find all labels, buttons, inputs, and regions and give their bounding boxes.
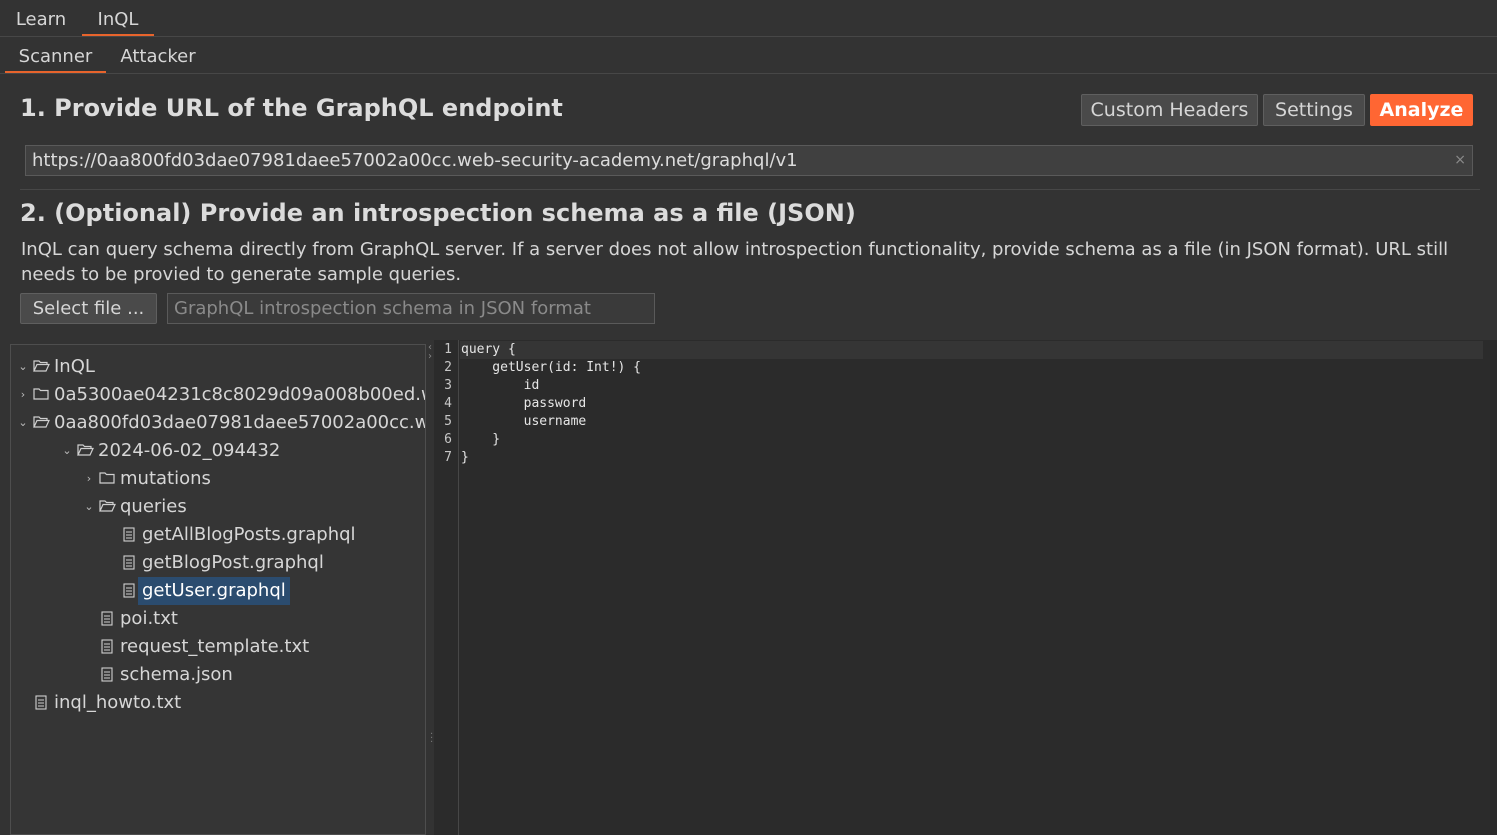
chevron-right-icon[interactable]: › <box>83 465 95 493</box>
tree-node-label: mutations <box>120 468 211 489</box>
file-icon <box>123 555 135 570</box>
line-number: 2 <box>444 360 452 375</box>
chevron-right-icon[interactable]: › <box>17 381 29 409</box>
file-icon <box>101 611 113 626</box>
file-icon <box>101 667 113 682</box>
folder-icon <box>33 388 49 400</box>
code-line: getUser(id: Int!) { <box>461 360 642 375</box>
tree-node-label: InQL <box>54 356 95 377</box>
line-number: 1 <box>444 342 452 357</box>
tree-node-label: request_template.txt <box>120 636 310 657</box>
section2-heading: 2. (Optional) Provide an introspection s… <box>20 199 856 227</box>
line-number-gutter: 1 2 3 4 5 6 7 <box>434 340 459 835</box>
query-editor[interactable]: 1 2 3 4 5 6 7 query { getUser(id: Int!) … <box>434 340 1497 835</box>
folder-icon <box>99 472 115 484</box>
clear-icon[interactable]: × <box>1454 146 1466 175</box>
tree-node-label: 0aa800fd03dae07981daee57002a00cc.web-sec… <box>54 412 425 433</box>
folder-open-icon <box>33 416 50 428</box>
tab-learn[interactable]: Learn <box>5 0 77 36</box>
settings-button[interactable]: Settings <box>1263 94 1365 126</box>
schema-file-input[interactable]: GraphQL introspection schema in JSON for… <box>167 293 655 324</box>
current-line-highlight <box>460 341 1483 359</box>
panel-splitter[interactable] <box>426 340 434 835</box>
select-file-button[interactable]: Select file ... <box>20 293 157 324</box>
code-line: password <box>461 396 587 411</box>
custom-headers-button[interactable]: Custom Headers <box>1081 94 1258 126</box>
code-line: username <box>461 414 587 429</box>
chevron-down-icon[interactable]: ⌄ <box>83 493 95 521</box>
tab-attacker[interactable]: Attacker <box>108 38 208 73</box>
splitter-arrows-icon[interactable]: ‹ › <box>428 343 432 362</box>
folder-open-icon <box>99 500 116 512</box>
line-number: 6 <box>444 432 452 447</box>
line-number: 4 <box>444 396 452 411</box>
folder-open-icon <box>77 444 94 456</box>
splitter-grip-icon[interactable]: · · · <box>430 730 433 748</box>
tab-inql[interactable]: InQL <box>82 0 154 36</box>
tree-node-label: inql_howto.txt <box>54 692 182 713</box>
file-tree-panel: ⌄ InQL › 0a5300ae04231c8c8029d09a008b00e… <box>10 344 426 835</box>
endpoint-url-input[interactable]: https://0aa800fd03dae07981daee57002a00cc… <box>25 145 1473 176</box>
line-number: 7 <box>444 450 452 465</box>
tree-node-label: getAllBlogPosts.graphql <box>142 524 356 545</box>
analyze-button[interactable]: Analyze <box>1370 94 1473 126</box>
chevron-down-icon[interactable]: ⌄ <box>17 409 29 437</box>
tree-node-label-selected: getUser.graphql <box>138 577 290 605</box>
endpoint-url-value: https://0aa800fd03dae07981daee57002a00cc… <box>32 150 798 171</box>
sub-tab-bar: Scanner Attacker <box>0 38 1497 74</box>
file-icon <box>123 527 135 542</box>
tab-scanner[interactable]: Scanner <box>5 38 106 73</box>
section1-heading: 1. Provide URL of the GraphQL endpoint <box>20 94 563 122</box>
tree-node-label: poi.txt <box>120 608 178 629</box>
chevron-down-icon[interactable]: ⌄ <box>17 353 29 381</box>
tree-node-label: schema.json <box>120 664 233 685</box>
top-tab-bar: Learn InQL <box>0 0 1497 37</box>
file-icon <box>123 583 135 598</box>
line-number: 5 <box>444 414 452 429</box>
tree-node-label: getBlogPost.graphql <box>142 552 324 573</box>
tree-node-label: 0a5300ae04231c8c8029d09a008b00ed.web-sec… <box>54 384 425 405</box>
chevron-down-icon[interactable]: ⌄ <box>61 437 73 465</box>
file-icon <box>101 639 113 654</box>
section2-description: InQL can query schema directly from Grap… <box>21 239 1449 285</box>
folder-open-icon <box>33 360 50 372</box>
tree-node-label: queries <box>120 496 187 517</box>
code-line: id <box>461 378 540 393</box>
code-line: } <box>461 432 501 447</box>
line-number: 3 <box>444 378 452 393</box>
tree-node-label: 2024-06-02_094432 <box>98 440 281 461</box>
section-divider <box>20 189 1480 190</box>
file-icon <box>35 695 47 710</box>
code-line: query { <box>461 342 516 357</box>
code-line: } <box>461 450 469 465</box>
